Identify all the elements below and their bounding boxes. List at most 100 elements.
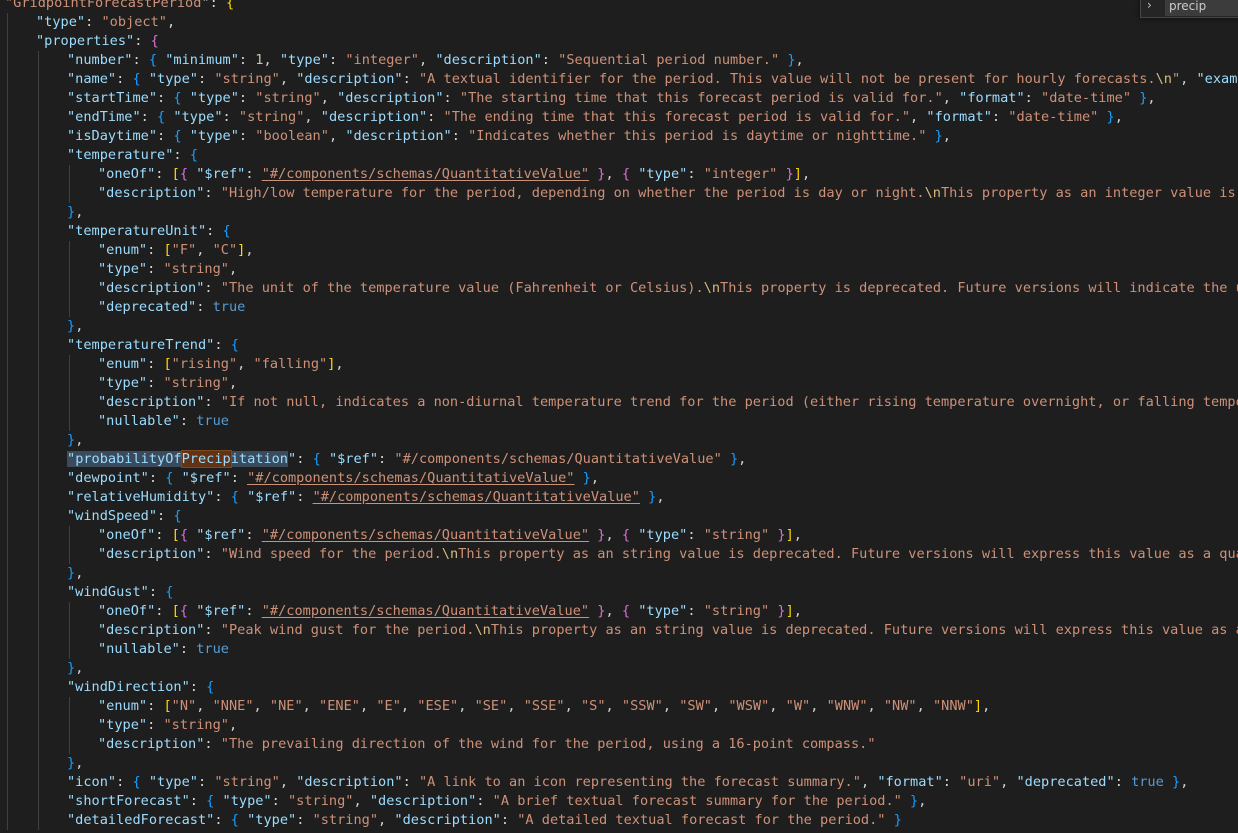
code-line[interactable]: "enum": ["rising", "falling"], <box>0 355 1238 374</box>
code-token: { <box>312 451 321 467</box>
code-token: ": <box>201 0 226 11</box>
code-line[interactable]: "description": "If not null, indicates a… <box>0 393 1238 412</box>
code-token: true <box>212 299 246 315</box>
code-line[interactable]: "windDirection": { <box>0 678 1238 697</box>
code-line[interactable]: "nullable": true <box>0 412 1238 431</box>
code-token: , <box>263 52 280 68</box>
code-token: { <box>148 52 158 68</box>
code-token: , <box>982 698 991 714</box>
code-line[interactable]: "probabilityOfPrecipitation": { "$ref": … <box>0 450 1238 469</box>
code-line-text: "type": "string", <box>98 260 237 279</box>
code-line[interactable]: "shortForecast": { "type": "string", "de… <box>0 792 1238 811</box>
code-line[interactable]: "isDaytime": { "type": "boolean", "descr… <box>0 127 1238 146</box>
code-token: , <box>75 660 84 676</box>
indent-guide <box>7 773 8 792</box>
find-input[interactable]: precip <box>1165 0 1238 16</box>
code-line[interactable]: "icon": { "type": "string", "description… <box>0 773 1238 792</box>
code-line[interactable]: "name": { "type": "string", "description… <box>0 70 1238 89</box>
code-line[interactable]: "nullable": true <box>0 640 1238 659</box>
code-token: "format" <box>926 109 992 125</box>
code-token: "deprecated" <box>1016 774 1115 790</box>
indent-guide <box>38 716 39 735</box>
code-token: : <box>206 223 223 239</box>
code-line[interactable]: }, <box>0 317 1238 336</box>
code-line[interactable]: "type": "string", <box>0 374 1238 393</box>
indent-guide <box>69 697 70 716</box>
code-line[interactable]: "temperature": { <box>0 146 1238 165</box>
find-widget[interactable]: › precip <box>1140 0 1238 18</box>
code-token: This property as an string value is depr… <box>490 622 1238 638</box>
code-token: " <box>288 451 297 467</box>
code-line[interactable]: "type": "string", <box>0 260 1238 279</box>
code-token: , <box>867 698 884 714</box>
code-line[interactable]: "windSpeed": { <box>0 507 1238 526</box>
code-line-text: "GridpointForecastPeriod": { <box>5 0 234 13</box>
code-line[interactable]: "properties": { <box>0 32 1238 51</box>
code-line[interactable]: "dewpoint": { "$ref": "#/components/sche… <box>0 469 1238 488</box>
code-line[interactable]: "description": "The prevailing direction… <box>0 735 1238 754</box>
code-token: } <box>893 812 902 828</box>
code-line-text: "probabilityOfPrecipitation": { "$ref": … <box>67 450 746 469</box>
code-token: , <box>795 52 804 68</box>
code-token: , <box>353 793 370 809</box>
code-line[interactable]: "deprecated": true <box>0 298 1238 317</box>
code-token: "Peak wind gust for the period. <box>220 622 475 638</box>
code-token: "windGust" <box>67 584 149 600</box>
code-line[interactable]: }, <box>0 564 1238 583</box>
code-token: { <box>222 223 231 239</box>
code-token: "dewpoint" <box>67 470 149 486</box>
code-token: "The unit of the temperature value (Fahr… <box>220 280 704 296</box>
code-line[interactable]: "detailedForecast": { "type": "string", … <box>0 811 1238 830</box>
code-token: : <box>147 242 164 258</box>
code-line[interactable]: "enum": ["F", "C"], <box>0 241 1238 260</box>
code-token: : <box>204 280 221 296</box>
code-line[interactable]: }, <box>0 203 1238 222</box>
code-line[interactable]: "number": { "minimum": 1, "type": "integ… <box>0 51 1238 70</box>
code-line[interactable]: "oneOf": [{ "$ref": "#/components/schema… <box>0 526 1238 545</box>
code-line[interactable]: }, <box>0 659 1238 678</box>
code-line[interactable]: "enum": ["N", "NNE", "NE", "ENE", "E", "… <box>0 697 1238 716</box>
code-token: "type" <box>638 166 688 182</box>
code-line[interactable]: "temperatureUnit": { <box>0 222 1238 241</box>
code-token: " <box>1171 71 1181 87</box>
code-line-text: "description": "The unit of the temperat… <box>98 279 1238 298</box>
code-line[interactable]: "description": "High/low temperature for… <box>0 184 1238 203</box>
code-line[interactable]: "temperatureTrend": { <box>0 336 1238 355</box>
code-line[interactable]: "description": "The unit of the temperat… <box>0 279 1238 298</box>
code-line[interactable]: "type": "string", <box>0 716 1238 735</box>
code-lines[interactable]: "GridpointForecastPeriod": {"type": "obj… <box>0 0 1238 830</box>
code-token: "oneOf" <box>98 527 156 543</box>
indent-guide <box>38 70 39 89</box>
code-line[interactable]: "oneOf": [{ "$ref": "#/components/schema… <box>0 602 1238 621</box>
code-token: itation <box>230 451 288 467</box>
indent-guide <box>38 51 39 70</box>
code-line[interactable]: "startTime": { "type": "string", "descri… <box>0 89 1238 108</box>
code-line[interactable]: "windGust": { <box>0 583 1238 602</box>
code-token: : <box>157 90 174 106</box>
code-token: "minimum" <box>165 52 239 68</box>
code-token: probabilityOf <box>75 451 182 467</box>
code-line[interactable]: "endTime": { "type": "string", "descript… <box>0 108 1238 127</box>
code-token: : <box>204 622 221 638</box>
code-line[interactable]: "description": "Wind speed for the perio… <box>0 545 1238 564</box>
code-token: "deprecated" <box>98 299 197 315</box>
code-line[interactable]: "type": "object", <box>0 13 1238 32</box>
code-line[interactable]: "GridpointForecastPeriod": { <box>0 0 1238 13</box>
code-token: "description" <box>337 90 444 106</box>
code-line-text: "icon": { "type": "string", "description… <box>67 773 1188 792</box>
code-line[interactable]: }, <box>0 431 1238 450</box>
indent-guide <box>38 412 39 431</box>
code-line[interactable]: "oneOf": [{ "$ref": "#/components/schema… <box>0 165 1238 184</box>
code-token: , <box>1114 109 1123 125</box>
code-line[interactable]: }, <box>0 754 1238 773</box>
code-line[interactable]: "relativeHumidity": { "$ref": "#/compone… <box>0 488 1238 507</box>
code-token: "string" <box>214 71 280 87</box>
code-editor[interactable]: "GridpointForecastPeriod": {"type": "obj… <box>0 0 1238 833</box>
code-token: } <box>67 318 76 334</box>
code-line[interactable]: "description": "Peak wind gust for the p… <box>0 621 1238 640</box>
chevron-right-icon[interactable]: › <box>1147 0 1152 12</box>
code-line-text: "windDirection": { <box>67 678 214 697</box>
code-token: "date-time" <box>1008 109 1099 125</box>
